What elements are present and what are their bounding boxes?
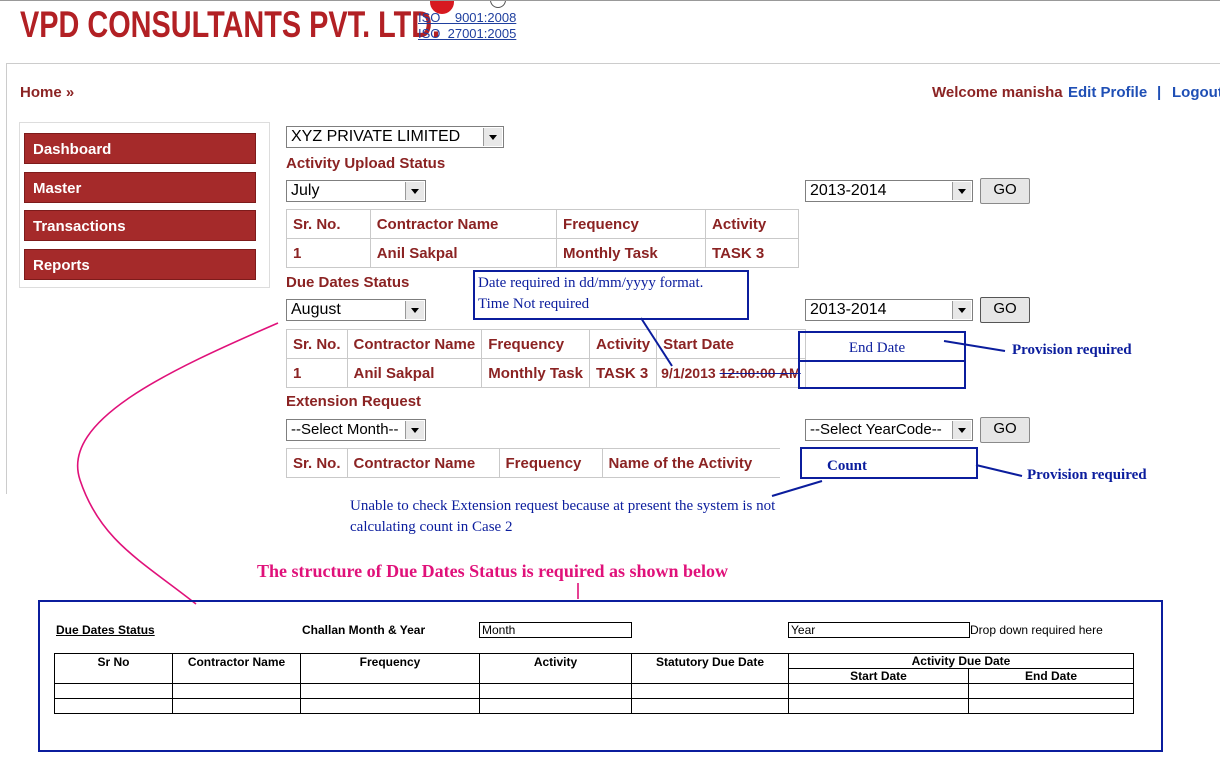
header-cell: Activity	[479, 653, 632, 684]
header-cell: Frequency	[300, 653, 480, 684]
header-text: Contractor Name	[187, 654, 286, 669]
table-row	[54, 683, 1134, 699]
header-text: Sr No	[97, 654, 130, 669]
dropdown-note: Drop down required here	[970, 623, 1103, 637]
provision-note-1: Provision required	[1012, 342, 1132, 358]
structure-title: The structure of Due Dates Status is req…	[257, 561, 729, 581]
structure-heading: Due Dates Status	[56, 623, 155, 637]
count-label: Count	[827, 458, 868, 474]
table-row	[54, 698, 1134, 714]
date-note-line1: Date required in dd/mm/yyyy format.	[478, 275, 704, 291]
structure-connector	[77, 322, 279, 605]
header-cell: Contractor Name	[172, 653, 301, 684]
header-cell: Activity Due Date	[788, 653, 1134, 669]
header-text: Frequency	[359, 654, 421, 669]
date-format-callout: Date required in dd/mm/yyyy format. Time…	[473, 270, 749, 320]
end-date-divider	[800, 360, 964, 362]
extension-note-pointer	[771, 480, 823, 497]
count-callout: Count	[800, 447, 978, 479]
extension-note-line1: Unable to check Extension request becaus…	[350, 498, 776, 514]
table-header-row: Sr No Contractor Name Frequency Activity…	[54, 653, 1134, 684]
end-date-callout: End Date	[798, 331, 966, 389]
header-cell: End Date	[968, 668, 1134, 684]
header-text: Statutory Due Date	[655, 654, 765, 669]
date-note-pointer	[640, 317, 673, 367]
header-text: Activity	[533, 654, 578, 669]
date-note-line2: Time Not required	[478, 296, 590, 312]
header-cell: Sr No	[54, 653, 173, 684]
challan-label: Challan Month & Year	[302, 623, 426, 637]
provision-note-2: Provision required	[1027, 467, 1147, 483]
extension-note-line2: calculating count in Case 2	[350, 519, 513, 535]
end-date-label: End Date	[848, 340, 906, 356]
structure-month-input[interactable]: Month	[479, 622, 632, 638]
header-cell: Start Date	[788, 668, 969, 684]
header-cell: Statutory Due Date	[631, 653, 789, 684]
structure-table: Sr No Contractor Name Frequency Activity…	[54, 653, 1134, 714]
structure-box: Due Dates Status Challan Month & Year Mo…	[38, 600, 1163, 752]
count-pointer	[975, 464, 1023, 477]
structure-year-input[interactable]: Year	[788, 622, 970, 638]
